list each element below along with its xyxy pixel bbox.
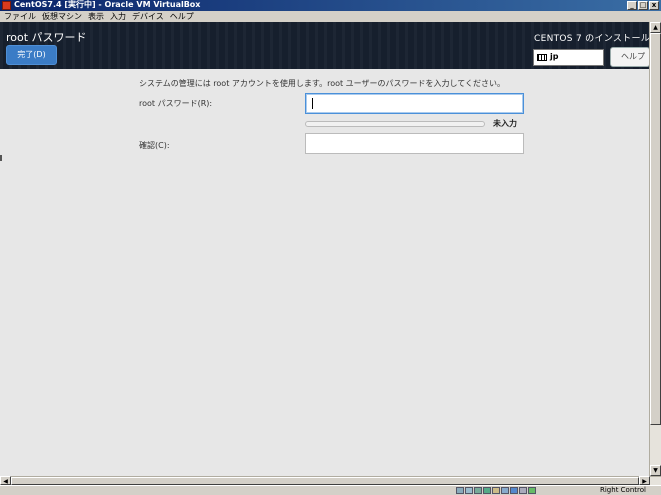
vertical-scroll-thumb[interactable] <box>650 33 661 425</box>
horizontal-scroll-thumb[interactable] <box>11 477 639 485</box>
menu-machine[interactable]: 仮想マシン <box>42 11 82 22</box>
capture-icon[interactable] <box>510 487 518 494</box>
confirm-password-label: 確認(C): <box>139 141 170 150</box>
text-caret <box>312 98 313 109</box>
menu-help[interactable]: ヘルプ <box>170 11 194 22</box>
virtualbox-window: CentOS7.4 [実行中] - Oracle VM VirtualBox _… <box>0 0 661 494</box>
page-title: root パスワード <box>6 31 87 44</box>
display-icon[interactable] <box>501 487 509 494</box>
menu-view[interactable]: 表示 <box>88 11 104 22</box>
scroll-left-icon[interactable]: ◀ <box>0 476 11 485</box>
status-bar: Right Control <box>0 485 661 494</box>
description-text: システムの管理には root アカウントを使用します。root ユーザーのパスワ… <box>139 79 506 88</box>
left-edge-marker <box>0 155 2 161</box>
installer-header: root パスワード 完了(D) CENTOS 7 のインストール jp ヘルプ <box>0 22 649 69</box>
confirm-password-input[interactable] <box>305 133 524 154</box>
keyboard-layout-indicator[interactable]: jp <box>533 49 604 66</box>
virtualbox-app-icon <box>2 1 11 10</box>
scroll-down-icon[interactable]: ▼ <box>650 465 661 476</box>
help-button[interactable]: ヘルプ <box>610 47 649 67</box>
product-title: CENTOS 7 のインストール <box>534 34 649 44</box>
window-title: CentOS7.4 [実行中] - Oracle VM VirtualBox <box>14 0 201 9</box>
close-button[interactable]: x <box>649 1 659 10</box>
keyboard-icon[interactable] <box>528 487 536 494</box>
keyboard-layout-label: jp <box>550 52 559 61</box>
hdd-icon[interactable] <box>456 487 464 494</box>
mouse-icon[interactable] <box>519 487 527 494</box>
menu-file[interactable]: ファイル <box>4 11 36 22</box>
password-strength-bar <box>305 121 485 127</box>
minimize-button[interactable]: _ <box>627 1 637 10</box>
horizontal-scrollbar[interactable]: ◀ ▶ <box>0 476 661 485</box>
root-password-input[interactable] <box>305 93 524 114</box>
password-strength-label: 未入力 <box>493 119 517 128</box>
network-icon[interactable] <box>483 487 491 494</box>
usb-icon[interactable] <box>474 487 482 494</box>
vm-screen[interactable]: root パスワード 完了(D) CENTOS 7 のインストール jp ヘルプ… <box>0 22 649 476</box>
root-password-label: root パスワード(R): <box>139 99 213 108</box>
shared-folder-icon[interactable] <box>492 487 500 494</box>
done-button[interactable]: 完了(D) <box>6 45 57 65</box>
scroll-right-icon[interactable]: ▶ <box>639 476 650 485</box>
optical-icon[interactable] <box>465 487 473 494</box>
keyboard-icon <box>537 54 547 61</box>
status-indicator-icons <box>456 487 536 494</box>
menu-bar: ファイル 仮想マシン 表示 入力 デバイス ヘルプ <box>0 11 661 22</box>
menu-input[interactable]: 入力 <box>110 11 126 22</box>
maximize-button[interactable]: □ <box>638 1 648 10</box>
scroll-up-icon[interactable]: ▲ <box>650 22 661 33</box>
window-titlebar[interactable]: CentOS7.4 [実行中] - Oracle VM VirtualBox _… <box>0 0 661 11</box>
vertical-scrollbar[interactable]: ▲ ▼ <box>649 22 661 476</box>
menu-devices[interactable]: デバイス <box>132 11 164 22</box>
